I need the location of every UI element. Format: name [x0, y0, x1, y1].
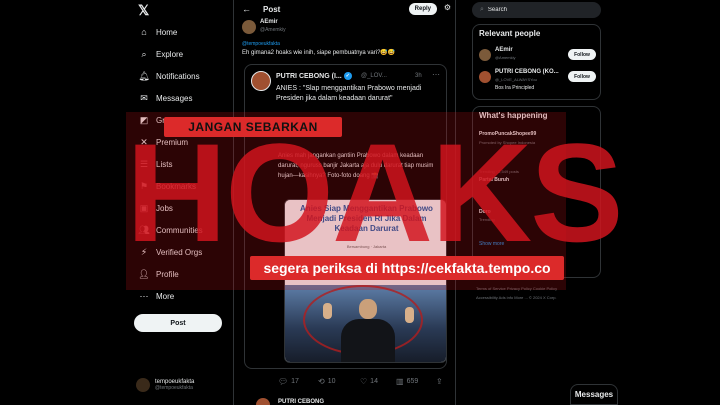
quoted-author-name-text: PUTRI CEBONG (I...: [276, 72, 342, 80]
account-switcher[interactable]: tempoeukfakta @tempoeukfakta: [136, 378, 194, 392]
mail-icon: ✉: [140, 92, 148, 103]
person-handle: @_LOVE_ALWAYSYou: [495, 77, 537, 82]
nav-item-home[interactable]: ⌂ Home: [138, 24, 177, 40]
heart-icon: ♡: [360, 377, 368, 386]
reply-text: Eh gimana2 hoaks wie inih, siape pembuat…: [242, 50, 396, 56]
relevant-people-panel: Relevant people AEmir @Amemkiy Follow PU…: [472, 24, 601, 100]
comment-icon: 💬︎: [278, 377, 289, 386]
person-name[interactable]: PUTRI CEBONG (KO...: [495, 69, 559, 75]
follow-button[interactable]: Follow: [568, 71, 596, 82]
footer-links[interactable]: Accessibility Ads info More ... © 2024 X…: [476, 295, 557, 300]
verified-badge-icon: ✓: [343, 72, 352, 80]
raised-hand: [323, 303, 332, 319]
search-icon: ⌕: [480, 6, 484, 13]
speaker-head: [359, 299, 377, 319]
view-count: 659: [406, 378, 419, 385]
repost-icon: ⟲: [318, 377, 325, 386]
like-action[interactable]: ♡ 14: [360, 377, 378, 386]
follow-button[interactable]: Follow: [568, 49, 596, 60]
quoted-author-name[interactable]: PUTRI CEBONG (I... ✓: [276, 72, 352, 80]
replying-to-link[interactable]: @tempoeukfakta: [242, 41, 280, 47]
settings-icon[interactable]: ⚙: [444, 3, 451, 12]
reply-author-handle: @Amemkiy: [260, 27, 286, 33]
repost-count: 10: [327, 378, 336, 385]
raised-hand: [405, 307, 414, 323]
avatar[interactable]: [242, 20, 256, 34]
post-actions: 💬︎ 17 ⟲ 10 ♡ 14 ▥ 659 ⇪: [278, 377, 448, 387]
nav-label: Messages: [156, 93, 193, 103]
reply-action[interactable]: 💬︎ 17: [278, 377, 299, 386]
share-action[interactable]: ⇪: [436, 377, 446, 386]
bell-icon: 🔔︎: [138, 70, 150, 81]
page-title: Post: [263, 4, 281, 14]
avatar[interactable]: [479, 49, 491, 61]
reply-count: 17: [291, 378, 299, 385]
home-icon: ⌂: [141, 27, 147, 37]
post-header: ← Post Reply ⚙: [234, 0, 457, 18]
account-handle: @tempoeukfakta: [155, 385, 193, 391]
repost-action[interactable]: ⟲ 10: [318, 377, 336, 386]
messages-drawer[interactable]: Messages: [570, 384, 618, 405]
avatar[interactable]: [256, 398, 270, 405]
x-logo-icon[interactable]: 𝕏: [138, 2, 149, 19]
news-photo: [285, 285, 446, 362]
avatar: [136, 378, 150, 392]
next-post-author[interactable]: PUTRI CEBONG: [278, 399, 324, 405]
person-handle: @Amemkiy: [495, 55, 516, 60]
nav-item-messages[interactable]: ✉ Messages: [138, 90, 192, 106]
like-count: 14: [370, 378, 378, 385]
search-bar[interactable]: ⌕: [472, 2, 601, 18]
views-action[interactable]: ▥ 659: [396, 377, 418, 386]
nav-label: More: [156, 291, 175, 301]
nav-item-notifications[interactable]: 🔔︎ Notifications: [138, 68, 200, 84]
quoted-post-text: ANIES : "Slap menggantikan Prabowo menja…: [276, 85, 422, 102]
reply-author-name[interactable]: AEmir: [260, 19, 278, 25]
search-input[interactable]: [487, 7, 588, 13]
panel-title: Relevant people: [479, 29, 541, 38]
nav-label: Home: [156, 27, 178, 37]
more-icon: ⋯: [139, 290, 149, 301]
share-icon: ⇪: [436, 377, 443, 386]
more-options-icon[interactable]: ⋯: [432, 70, 440, 79]
reply-button[interactable]: Reply: [408, 3, 437, 15]
post-time[interactable]: 3h: [415, 73, 422, 79]
avatar[interactable]: [479, 71, 491, 83]
nav-label: Explore: [156, 49, 184, 59]
nav-item-more[interactable]: ⋯ More: [138, 288, 175, 304]
hoax-warning-bottom-banner: segera periksa di https://cekfakta.tempo…: [250, 256, 564, 280]
hoax-stamp: HOAKS: [126, 114, 624, 271]
avatar[interactable]: [251, 71, 271, 91]
nav-item-explore[interactable]: ⌕ Explore: [138, 46, 183, 62]
speaker-figure: [341, 319, 395, 362]
quoted-author-handle: @_LOV...: [361, 73, 387, 79]
person-name[interactable]: AEmir: [495, 47, 513, 53]
back-arrow-icon[interactable]: ←: [242, 4, 251, 14]
post-button[interactable]: Post: [134, 314, 222, 332]
nav-label: Notifications: [156, 71, 200, 81]
search-icon: ⌕: [141, 48, 147, 59]
views-icon: ▥: [396, 377, 404, 386]
person-bio: Bos Ira Principled: [495, 85, 535, 91]
